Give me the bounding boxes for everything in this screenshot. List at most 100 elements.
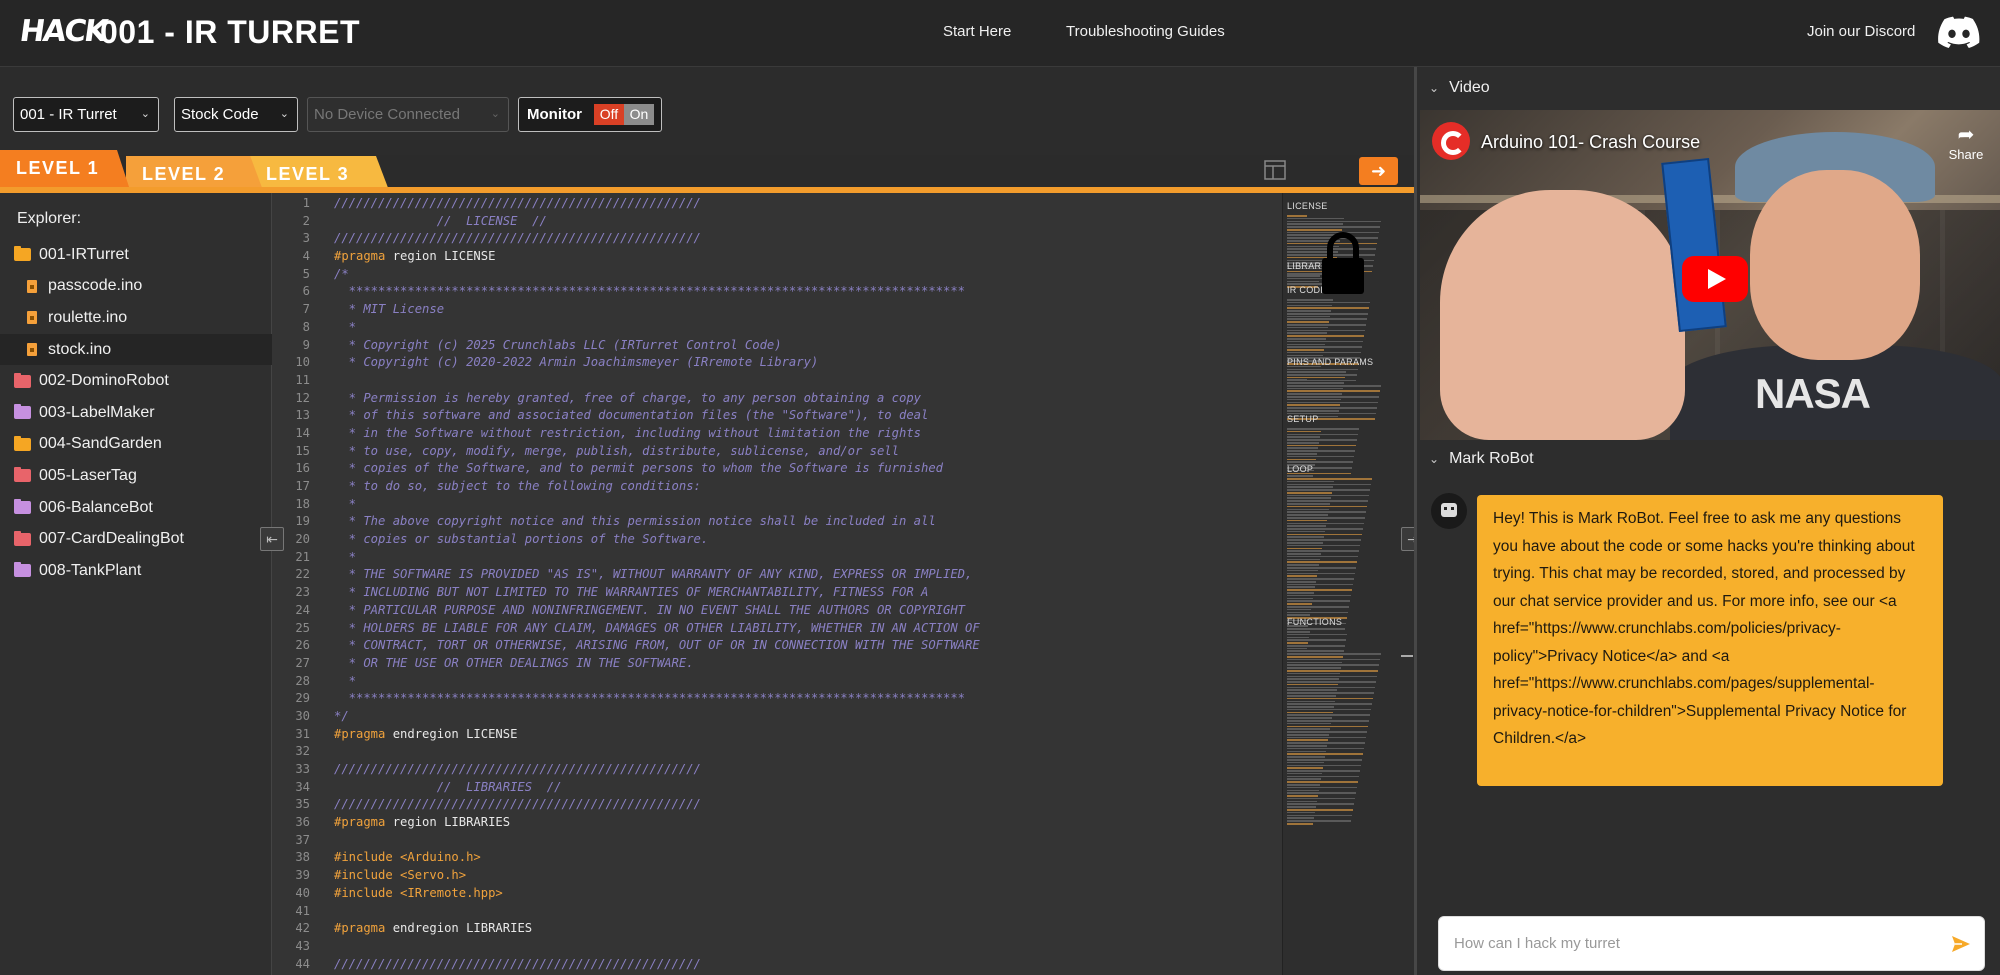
code-line: 21 * [272,549,1282,567]
file-explorer: Explorer: 001-IRTurret passcode.ino roulet… [0,193,272,975]
code-line: 4 #pragma region LICENSE [272,248,1282,266]
minimap-scroll-indicator[interactable] [1401,655,1413,657]
code-line: 26 * CONTRACT, TORT OR OTHERWISE, ARISIN… [272,637,1282,655]
nav-start-here[interactable]: Start Here [943,23,1011,40]
line-content: * [334,673,357,688]
tab-level-1[interactable]: LEVEL 1 [0,150,130,190]
code-editor[interactable]: 1 ///////////////////////////////////////… [272,193,1282,975]
line-content: * Copyright (c) 2020-2022 Armin Joachims… [334,355,819,370]
file-item[interactable]: stock.ino [0,333,272,366]
monitor-toggle[interactable]: Off On [594,104,654,125]
code-line: 36 #pragma region LIBRARIES [272,814,1282,832]
share-label: Share [1948,147,1984,162]
line-number: 24 [295,602,310,617]
explorer-title: Explorer: [17,210,82,227]
tree-item-label: 006-BalanceBot [39,498,153,516]
line-content: // LICENSE // [334,213,547,228]
play-button-icon[interactable] [1682,256,1748,302]
folder-item[interactable]: 007-CardDealingBot [0,523,272,555]
line-content: * INCLUDING BUT NOT LIMITED TO THE WARRA… [334,585,929,600]
code-minimap[interactable]: LICENSE LIBRARI IR CODI PINS AND PARAMS SETU… [1282,193,1414,975]
code-line: 5 /* [272,266,1282,284]
line-number: 4 [302,249,310,264]
upload-arrow-button[interactable]: ➜ [1359,157,1398,185]
line-number: 14 [295,425,310,440]
minimap-code-block [1287,631,1402,826]
line-number: 23 [295,585,310,600]
folder-item[interactable]: 001-IRTurret [0,239,272,271]
line-number: 17 [295,479,310,493]
line-number: 11 [295,372,310,387]
hack-logo[interactable]: HACK [18,14,109,49]
channel-logo-icon[interactable] [1432,122,1470,160]
folder-item[interactable]: 004-SandGarden [0,429,272,461]
join-discord-link[interactable]: Join our Discord [1807,23,1915,40]
tree-item-label: 007-CardDealingBot [39,530,184,548]
code-line: 17 * to do so, subject to the following … [272,478,1282,496]
file-icon [27,279,37,293]
folder-item[interactable]: 003-LabelMaker [0,397,272,429]
lock-icon [1322,232,1364,294]
send-icon[interactable] [1950,933,1972,955]
code-line: 20 * copies or substantial portions of t… [272,531,1282,549]
nav-troubleshooting-guides[interactable]: Troubleshooting Guides [1066,23,1225,40]
file-item[interactable]: passcode.ino [0,271,272,303]
monitor-toggle-on[interactable]: On [624,104,654,125]
folder-item[interactable]: 005-LaserTag [0,460,272,492]
chat-input[interactable] [1454,917,1934,970]
folder-item[interactable]: 006-BalanceBot [0,492,272,524]
line-content: #include <Servo.h> [334,868,467,883]
video-player[interactable]: NASA Arduino 101- Crash Course ➦ Share [1420,110,2000,440]
code-line: 41 [272,903,1282,921]
video-title[interactable]: Arduino 101- Crash Course [1481,132,1700,153]
file-tree: 001-IRTurret passcode.ino roulette.ino stoc… [0,239,272,587]
line-number: 33 [295,762,310,776]
tree-item-label: 005-LaserTag [39,466,137,484]
line-content: * THE SOFTWARE IS PROVIDED "AS IS", WITH… [334,567,973,582]
layout-toggle-icon[interactable] [1264,160,1286,180]
line-content: */ [334,708,349,723]
discord-icon[interactable] [1938,16,1980,48]
project-select[interactable]: 001 - IR Turret ⌄ [13,97,159,132]
chat-input-box [1438,916,1985,971]
video-section-header[interactable]: ⌄ Video [1429,79,1490,97]
line-content: * copies of the Software, and to permit … [334,461,944,476]
folder-item[interactable]: 008-TankPlant [0,555,272,587]
chat-section-header[interactable]: ⌄ Mark RoBot [1429,450,1534,468]
editor-toolbar: 001 - IR Turret ⌄ Stock Code ⌄ No Device… [0,67,1414,155]
code-line: 42 #pragma endregion LIBRARIES [272,920,1282,938]
code-line: 24 * PARTICULAR PURPOSE AND NONINFRINGEM… [272,602,1282,620]
file-item[interactable]: roulette.ino [0,302,272,334]
folder-icon [14,435,31,451]
code-line: 7 * MIT License [272,301,1282,319]
minimap-section-label: LOOP [1287,464,1314,474]
code-line: 3 ///////////////////////////////////////… [272,230,1282,248]
monitor-toggle-off[interactable]: Off [594,104,624,125]
line-number: 10 [295,355,310,370]
minimap-section-label: FUNCTIONS [1287,617,1343,627]
chevron-down-icon: ⌄ [1429,452,1440,466]
line-number: 28 [295,673,310,688]
line-number: 3 [302,231,310,246]
folder-item[interactable]: 002-DominoRobot [0,365,272,397]
code-line: 27 * OR THE USE OR OTHER DEALINGS IN THE… [272,655,1282,673]
code-line: 16 * copies of the Software, and to perm… [272,460,1282,478]
code-version-select[interactable]: Stock Code ⌄ [174,97,298,132]
code-line: 1 ///////////////////////////////////////… [272,195,1282,213]
collapse-explorer-button[interactable]: ⇤ [260,527,284,551]
line-content: #pragma region LIBRARIES [334,815,511,830]
line-content: * OR THE USE OR OTHER DEALINGS IN THE SO… [334,655,694,670]
line-number: 6 [302,284,310,299]
line-number: 7 [302,302,310,317]
video-section-label: Video [1449,79,1490,96]
line-content: ////////////////////////////////////////… [334,797,701,812]
code-line: 11 [272,372,1282,390]
monitor-control: Monitor Off On [518,97,662,132]
line-number: 40 [295,885,310,900]
line-content: * The above copyright notice and this pe… [334,514,936,529]
line-content: ****************************************… [334,691,966,706]
line-number: 21 [295,549,310,564]
tree-item-label: 003-LabelMaker [39,403,155,421]
share-button[interactable]: ➦ Share [1941,122,1991,162]
minimap-code-block [1287,299,1402,382]
